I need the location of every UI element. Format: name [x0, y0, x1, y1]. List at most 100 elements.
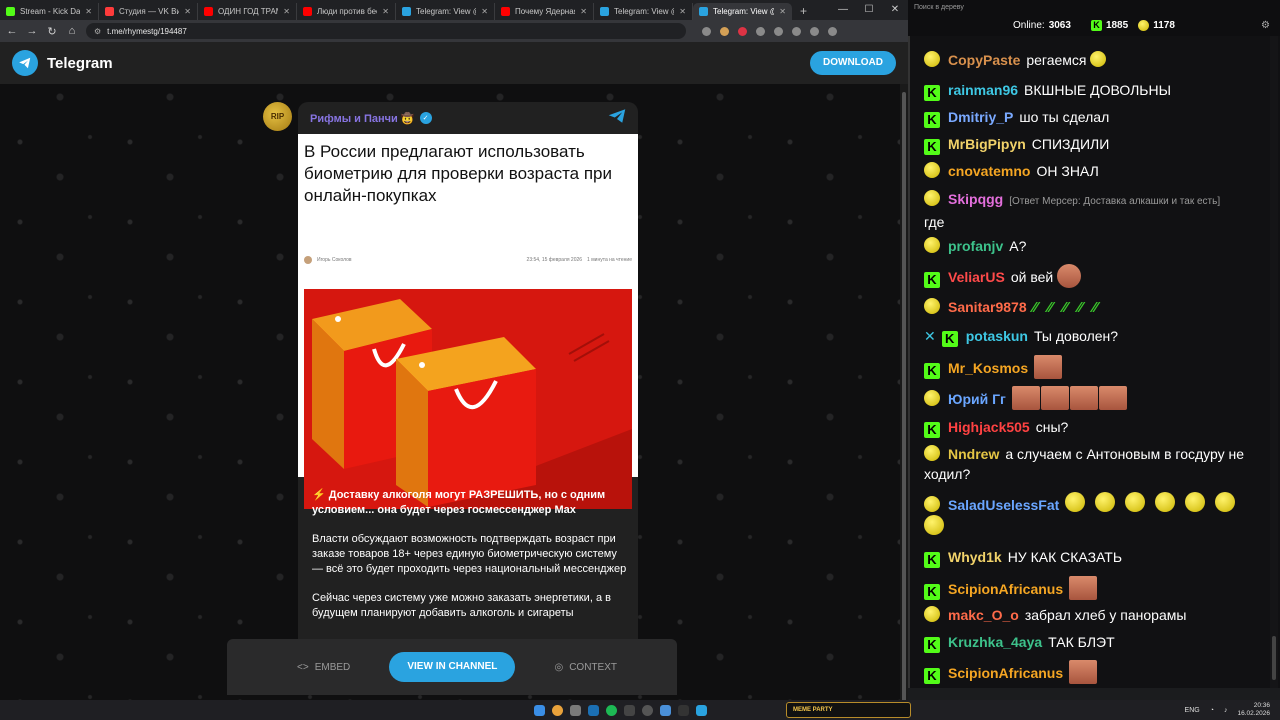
context-button[interactable]: ◎ CONTEXT [554, 662, 617, 673]
chat-titlebar: Поиск в дереву [908, 0, 1280, 14]
channel-avatar[interactable]: RIP [263, 102, 292, 131]
minimize-icon[interactable]: — [830, 0, 856, 20]
telegram-brand[interactable]: Telegram [47, 55, 113, 72]
browser-tab[interactable]: ОДИН ГОД ТРАМПА✕ [198, 3, 297, 20]
extension-icon[interactable] [756, 26, 765, 36]
start-icon[interactable] [534, 704, 545, 716]
kick-badge-icon: K [924, 272, 940, 288]
chat-message: Skipqgg [Ответ Мерсер: Доставка алкашки и… [924, 190, 1221, 230]
extension-icon[interactable] [702, 26, 711, 36]
site-info-icon[interactable]: ⚙ [94, 27, 101, 36]
vk-favicon-icon [105, 7, 114, 16]
article-date: 23:54, 15 февраля 2026 [526, 257, 583, 263]
explorer-icon[interactable] [570, 704, 581, 716]
extension-icon[interactable] [720, 26, 729, 36]
article-preview[interactable]: В России предлагают использовать биометр… [298, 134, 638, 509]
kick-favicon-icon [6, 7, 15, 16]
chat-message: K Mr_Kosmos [924, 355, 1254, 379]
obs-icon[interactable] [642, 704, 653, 716]
reply-reference[interactable]: [Ответ Мерсер: Доставка алкашки и так ес… [1009, 196, 1220, 207]
telegram-logo-icon[interactable] [12, 50, 38, 76]
close-tab-icon[interactable]: ✕ [382, 7, 389, 16]
telegram-favicon-icon [699, 7, 708, 16]
page-scrollbar[interactable] [900, 84, 908, 700]
maximize-icon[interactable]: ☐ [856, 0, 882, 20]
view-in-channel-button[interactable]: VIEW IN CHANNEL [389, 652, 516, 682]
ball-badge-icon [924, 190, 940, 206]
app-icon[interactable] [678, 704, 689, 716]
chat-message: K MrBigPipyn СПИЗДИЛИ [924, 134, 1254, 155]
chat-settings-icon[interactable]: ⚙ [1261, 20, 1270, 31]
close-tab-icon[interactable]: ✕ [283, 7, 290, 16]
telegram-post: Рифмы и Панчи 🤠 ✓ В России предлагают ис… [298, 102, 638, 642]
close-tab-icon[interactable]: ✕ [184, 7, 191, 16]
reload-icon[interactable]: ↻ [46, 25, 58, 38]
browser-tab[interactable]: Stream - Kick Dashboard✕ [0, 3, 99, 20]
browser-tab[interactable]: Telegram: View @grgcu✕ [594, 3, 693, 20]
face-emote-icon [1069, 660, 1098, 684]
download-button[interactable]: DOWNLOAD [810, 51, 896, 75]
browser-tab[interactable]: Люди против бестиарий✕ [297, 3, 396, 20]
youtube-favicon-icon [303, 7, 312, 16]
close-window-icon[interactable]: ✕ [882, 0, 908, 20]
extension-icon[interactable] [774, 26, 783, 36]
close-tab-icon[interactable]: ✕ [481, 7, 488, 16]
post-action-bar: <> EMBED VIEW IN CHANNEL ◎ CONTEXT [227, 639, 677, 695]
youtube-favicon-icon [501, 7, 510, 16]
chat-scrollbar[interactable] [1270, 36, 1278, 688]
spotify-icon[interactable] [606, 704, 617, 716]
extension-icon[interactable] [738, 26, 747, 36]
volume-icon[interactable]: ♪ [1224, 707, 1228, 714]
chat-scrollbar-thumb[interactable] [1272, 636, 1276, 680]
back-icon[interactable]: ← [6, 25, 18, 37]
browser-tab-active[interactable]: Telegram: View @rhyme✕ [693, 3, 792, 20]
chat-message: K Highjack505 сны? [924, 417, 1254, 438]
close-tab-icon[interactable]: ✕ [679, 7, 686, 16]
download-icon[interactable] [792, 26, 801, 36]
article-title: В России предлагают использовать биометр… [304, 142, 613, 205]
new-tab-button[interactable]: + [792, 3, 815, 20]
clock[interactable]: 20:36 16.02.2026 [1237, 702, 1270, 718]
browser-tab[interactable]: Студия — VK Видео Live✕ [99, 3, 198, 20]
online-stat: Online: 3063 [1013, 19, 1071, 31]
scrollbar-thumb[interactable] [902, 92, 906, 700]
browser-tab[interactable]: Telegram: View @dobrii✕ [396, 3, 495, 20]
menu-icon[interactable] [828, 26, 837, 36]
steam-icon[interactable] [588, 704, 599, 716]
app-icon[interactable] [624, 704, 635, 716]
home-icon[interactable]: ⌂ [66, 25, 78, 37]
browser-tab[interactable]: Почему Ядерная война✕ [495, 3, 594, 20]
forward-icon[interactable]: → [26, 25, 38, 37]
telegram-web-page: Telegram DOWNLOAD RIP Рифмы и Панчи 🤠 ✓ … [0, 42, 908, 700]
close-tab-icon[interactable]: ✕ [580, 7, 587, 16]
address-bar[interactable]: ⚙ t.me/rhymestg/194487 [86, 23, 686, 39]
lang-indicator[interactable]: ENG [1185, 707, 1200, 714]
chat-search[interactable]: Поиск в дереву [914, 4, 964, 11]
ball-badge-icon [924, 390, 940, 406]
profile-icon[interactable] [810, 26, 819, 36]
meme-party-widget[interactable]: MEME PARTY [786, 702, 911, 718]
browser-tab-strip: Stream - Kick Dashboard✕ Студия — VK Вид… [0, 0, 908, 20]
chat-message: ✕ Kpotaskun Ты доволен? [924, 328, 1119, 347]
telegram-header: Telegram DOWNLOAD [0, 42, 908, 84]
close-tab-icon[interactable]: ✕ [779, 7, 786, 16]
post-paragraph: Сейчас через систему уже можно заказать … [312, 592, 611, 619]
channel-name[interactable]: Рифмы и Панчи 🤠 [310, 112, 415, 125]
telegram-taskbar-icon[interactable] [696, 704, 707, 716]
chat-message: profanjv А? [924, 236, 1254, 256]
browser-toolbar: ← → ↻ ⌂ ⚙ t.me/rhymestg/194487 [0, 20, 908, 42]
kick-badge-icon: K [924, 112, 940, 128]
author-avatar [304, 256, 312, 264]
chrome-icon[interactable] [552, 704, 563, 716]
url-text: t.me/rhymestg/194487 [107, 26, 187, 36]
globe-icon: ◎ [554, 661, 564, 673]
telegram-share-icon[interactable] [608, 108, 626, 129]
close-tab-icon[interactable]: ✕ [85, 7, 92, 16]
face-emote-icon [1057, 264, 1082, 288]
chat-message: Юрий Гг [924, 386, 1254, 410]
face-emote-icon [1098, 386, 1127, 410]
embed-button[interactable]: <> EMBED [297, 662, 350, 673]
network-icon[interactable]: ◔ [1210, 707, 1214, 714]
player-icon[interactable] [660, 704, 671, 716]
ball-badge-icon [924, 496, 940, 512]
